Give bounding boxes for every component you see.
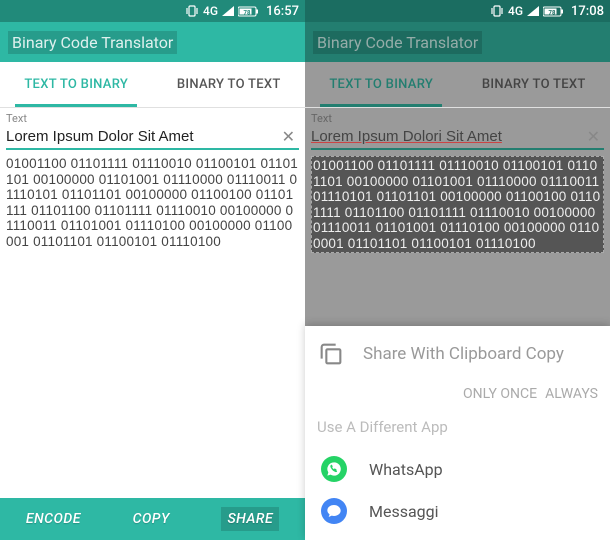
content-area: Text ✕ 01001100 01101111 01110010 011001… bbox=[0, 108, 305, 498]
vibrate-icon bbox=[490, 5, 504, 17]
clock: 17:08 bbox=[571, 4, 604, 19]
app-title: Binary Code Translator bbox=[8, 31, 177, 54]
app-bar: Binary Code Translator bbox=[0, 22, 305, 62]
app-item-messaggi[interactable]: Messaggi bbox=[317, 490, 598, 532]
bottom-bar: ENCODE COPY SHARE bbox=[0, 498, 305, 540]
binary-output: 01001100 01101111 01110010 01100101 0110… bbox=[6, 156, 299, 249]
battery-icon: 78 bbox=[238, 6, 260, 17]
tab-binary-to-text[interactable]: BINARY TO TEXT bbox=[153, 62, 306, 107]
svg-text:78: 78 bbox=[549, 9, 556, 16]
signal-text: 4G bbox=[508, 4, 523, 18]
battery-icon: 78 bbox=[543, 6, 565, 17]
clock: 16:57 bbox=[266, 4, 299, 19]
app-title: Binary Code Translator bbox=[313, 31, 482, 54]
messaggi-icon bbox=[321, 498, 347, 524]
input-label: Text bbox=[6, 112, 299, 125]
app-bar: Binary Code Translator bbox=[305, 22, 610, 62]
signal-icon bbox=[222, 6, 234, 16]
always-button[interactable]: ALWAYS bbox=[545, 386, 598, 402]
share-button[interactable]: SHARE bbox=[221, 507, 279, 531]
encode-button[interactable]: ENCODE bbox=[26, 511, 81, 527]
vibrate-icon bbox=[185, 5, 199, 17]
share-title: Share With Clipboard Copy bbox=[363, 344, 564, 364]
svg-text:78: 78 bbox=[244, 9, 251, 16]
use-different-app-label: Use A Different App bbox=[317, 418, 598, 436]
input-label: Text bbox=[311, 112, 604, 125]
app-item-whatsapp[interactable]: WhatsApp bbox=[317, 448, 598, 490]
only-once-button[interactable]: ONLY ONCE bbox=[463, 386, 537, 402]
binary-output: 01001100 01101111 01110010 01100101 0110… bbox=[311, 156, 604, 253]
input-row: ✕ bbox=[311, 127, 604, 150]
share-header: Share With Clipboard Copy bbox=[317, 340, 598, 368]
share-sheet: Share With Clipboard Copy ONLY ONCE ALWA… bbox=[305, 326, 610, 540]
signal-icon bbox=[527, 6, 539, 16]
tabs: TEXT TO BINARY BINARY TO TEXT bbox=[0, 62, 305, 108]
signal-text: 4G bbox=[203, 4, 218, 18]
screen-left: 4G 78 16:57 Binary Code Translator TEXT … bbox=[0, 0, 305, 540]
screen-right: 4G 78 17:08 Binary Code Translator TEXT … bbox=[305, 0, 610, 540]
text-input[interactable] bbox=[311, 128, 583, 145]
tab-text-to-binary[interactable]: TEXT TO BINARY bbox=[305, 62, 458, 107]
app-name: WhatsApp bbox=[369, 460, 443, 479]
tab-text-to-binary[interactable]: TEXT TO BINARY bbox=[0, 62, 153, 107]
text-input[interactable] bbox=[6, 128, 278, 145]
share-options: ONLY ONCE ALWAYS bbox=[317, 386, 598, 402]
input-row: ✕ bbox=[6, 127, 299, 150]
copy-icon bbox=[317, 340, 345, 368]
copy-button[interactable]: COPY bbox=[133, 511, 170, 527]
clear-icon[interactable]: ✕ bbox=[278, 127, 299, 146]
clear-icon[interactable]: ✕ bbox=[583, 127, 604, 146]
tabs: TEXT TO BINARY BINARY TO TEXT bbox=[305, 62, 610, 108]
whatsapp-icon bbox=[321, 456, 347, 482]
status-bar: 4G 78 16:57 bbox=[0, 0, 305, 22]
status-bar: 4G 78 17:08 bbox=[305, 0, 610, 22]
app-name: Messaggi bbox=[369, 502, 439, 521]
tab-binary-to-text[interactable]: BINARY TO TEXT bbox=[458, 62, 610, 107]
